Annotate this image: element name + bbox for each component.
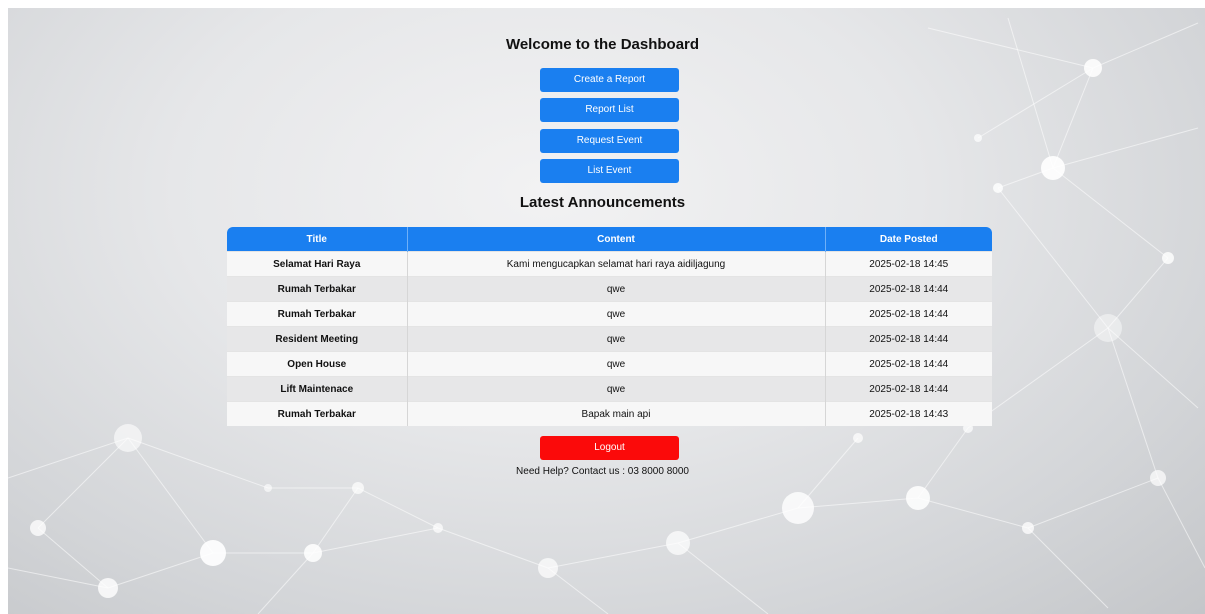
table-row: Lift Maintenace qwe 2025-02-18 14:44 (227, 376, 992, 402)
row-title: Selamat Hari Raya (227, 251, 408, 277)
column-header-date-posted: Date Posted (825, 227, 992, 252)
table-row: Open House qwe 2025-02-18 14:44 (227, 351, 992, 377)
row-date: 2025-02-18 14:44 (825, 276, 992, 302)
column-header-content: Content (407, 227, 826, 252)
table-row: Rumah Terbakar Bapak main api 2025-02-18… (227, 401, 992, 426)
report-list-button[interactable]: Report List (540, 98, 679, 122)
row-content: qwe (407, 351, 826, 377)
row-title: Rumah Terbakar (227, 276, 408, 302)
row-content: qwe (407, 376, 826, 402)
table-row: Rumah Terbakar qwe 2025-02-18 14:44 (227, 276, 992, 302)
row-title: Rumah Terbakar (227, 301, 408, 327)
row-date: 2025-02-18 14:44 (825, 351, 992, 377)
row-title: Open House (227, 351, 408, 377)
column-header-title: Title (227, 227, 408, 252)
row-content: qwe (407, 326, 826, 352)
announcements-heading: Latest Announcements (519, 194, 686, 211)
request-event-button[interactable]: Request Event (540, 129, 679, 153)
row-content: Bapak main api (407, 401, 826, 426)
list-event-button[interactable]: List Event (540, 159, 679, 183)
logout-button[interactable]: Logout (540, 436, 679, 460)
page-title: Welcome to the Dashboard (505, 36, 700, 53)
table-row: Selamat Hari Raya Kami mengucapkan selam… (227, 251, 992, 277)
help-contact-text: Need Help? Contact us : 03 8000 8000 (516, 466, 689, 477)
table-row: Resident Meeting qwe 2025-02-18 14:44 (227, 326, 992, 352)
announcements-table: Title Content Date Posted Selamat Hari R… (227, 227, 992, 426)
row-title: Resident Meeting (227, 326, 408, 352)
row-content: qwe (407, 276, 826, 302)
row-date: 2025-02-18 14:44 (825, 301, 992, 327)
row-title: Rumah Terbakar (227, 401, 408, 426)
create-report-button[interactable]: Create a Report (540, 68, 679, 92)
row-date: 2025-02-18 14:45 (825, 251, 992, 277)
row-date: 2025-02-18 14:44 (825, 326, 992, 352)
row-date: 2025-02-18 14:43 (825, 401, 992, 426)
table-header-row: Title Content Date Posted (227, 227, 992, 252)
row-content: qwe (407, 301, 826, 327)
row-content: Kami mengucapkan selamat hari raya aidil… (407, 251, 826, 277)
table-row: Rumah Terbakar qwe 2025-02-18 14:44 (227, 301, 992, 327)
row-date: 2025-02-18 14:44 (825, 376, 992, 402)
row-title: Lift Maintenace (227, 376, 408, 402)
